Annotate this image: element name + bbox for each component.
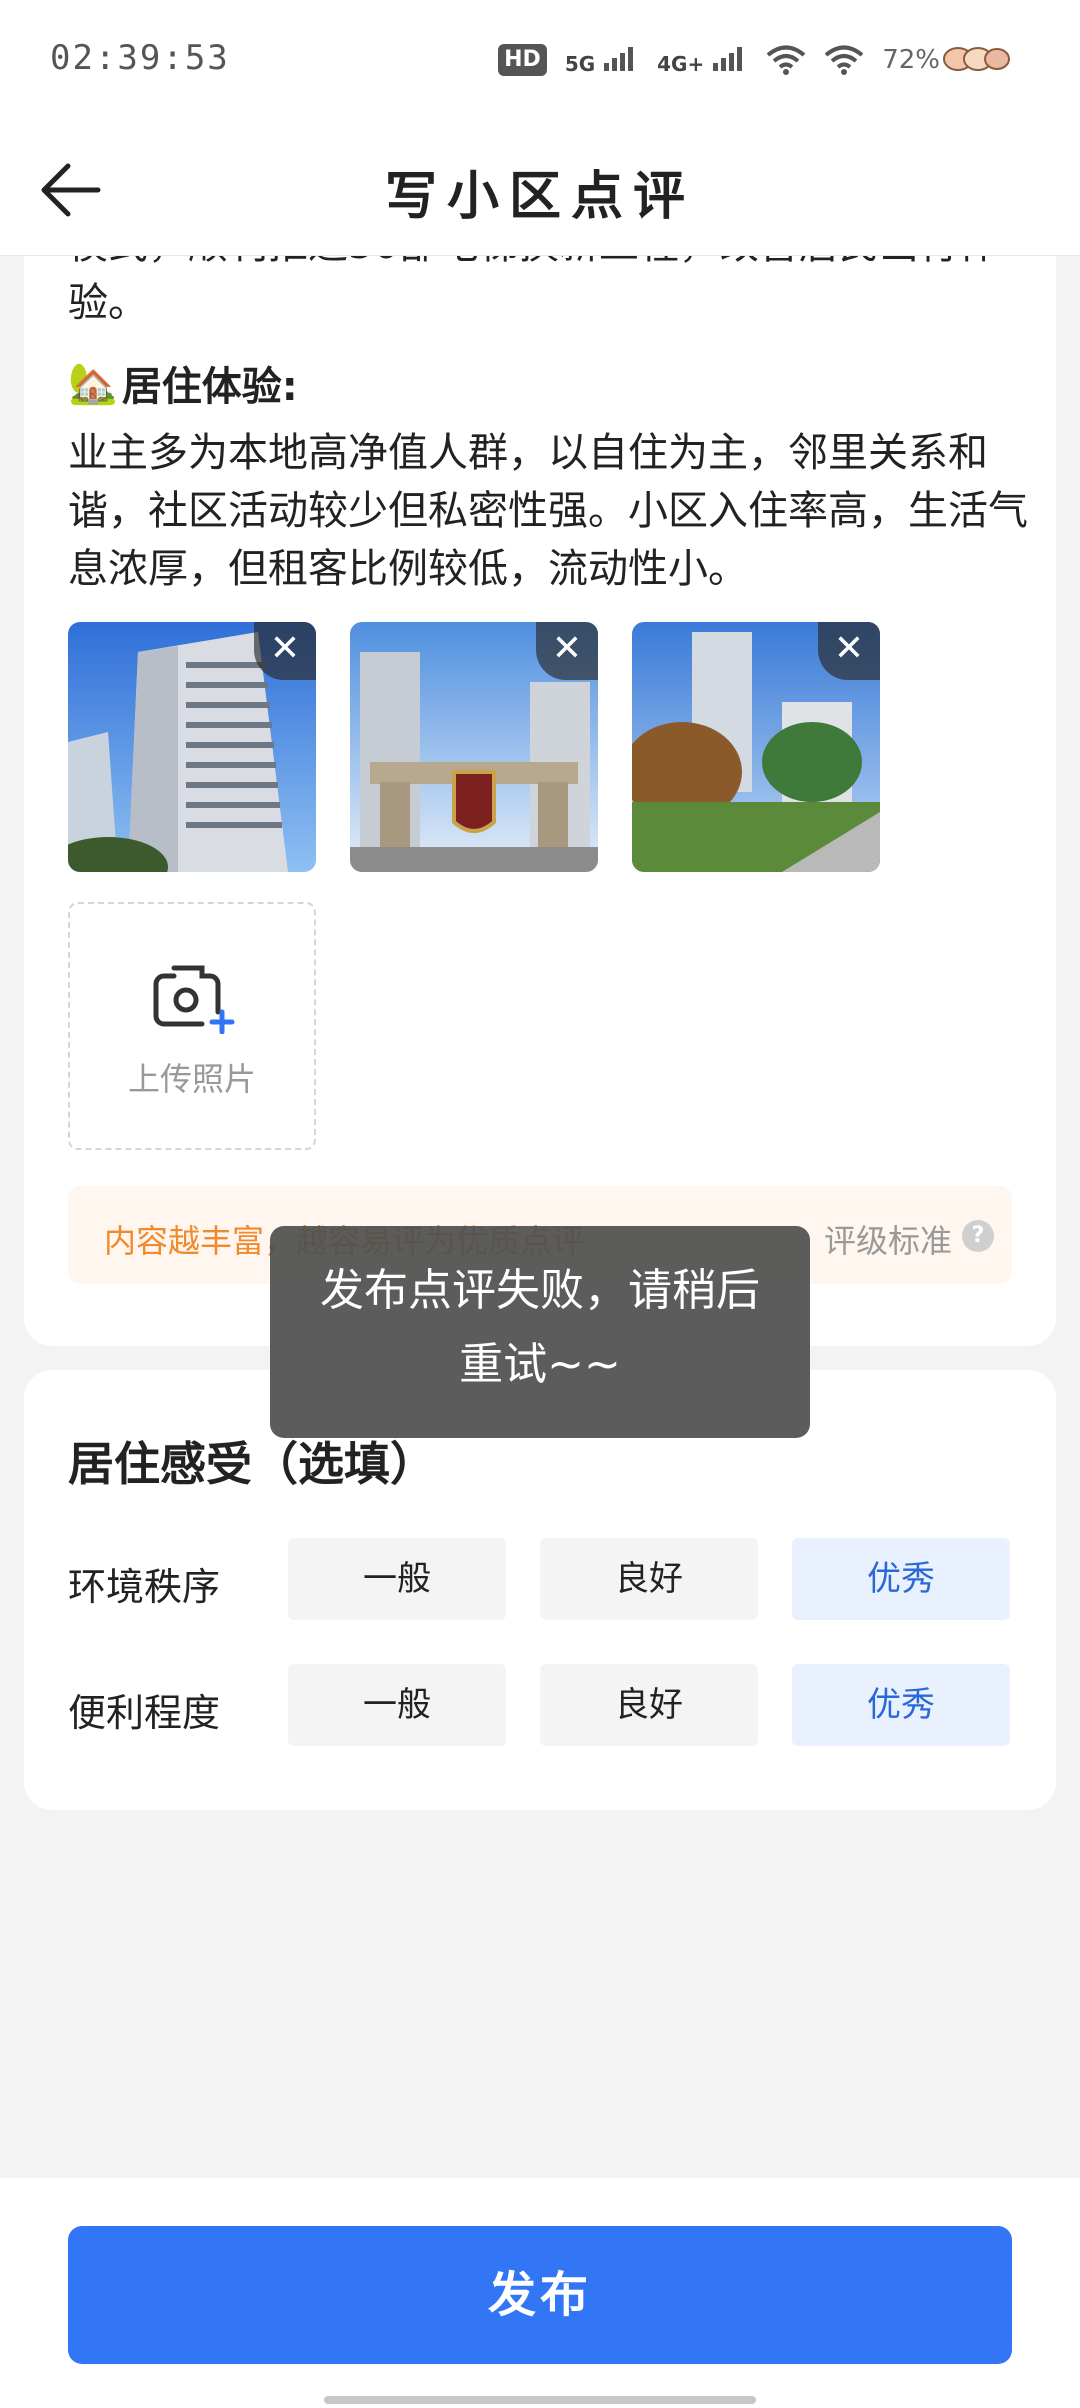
rating-row-convenience: 便利程度 一般 良好 优秀 bbox=[68, 1664, 1028, 1746]
photo-thumbnail[interactable]: ✕ bbox=[350, 622, 598, 872]
network-4g-label: 4G+ bbox=[657, 51, 705, 76]
upload-photo-label: 上传照片 bbox=[127, 1060, 256, 1098]
signal-bars-icon bbox=[604, 45, 634, 71]
top-navigation-bar: 写小区点评 bbox=[0, 118, 1080, 256]
signal-bars-icon bbox=[713, 45, 743, 71]
page-title: 写小区点评 bbox=[384, 166, 695, 227]
rating-row-environment: 环境秩序 一般 良好 优秀 bbox=[68, 1538, 1028, 1620]
camera-plus-icon bbox=[153, 965, 235, 1034]
option-average[interactable]: 一般 bbox=[288, 1664, 506, 1746]
rating-standard-link[interactable]: 评级标准 bbox=[824, 1216, 952, 1262]
remove-photo-button[interactable]: ✕ bbox=[254, 622, 316, 680]
wifi-icon bbox=[766, 45, 806, 75]
rating-row-label: 环境秩序 bbox=[68, 1565, 221, 1609]
network-5g-label: 5G bbox=[564, 51, 596, 76]
section-heading: 🏡 居住体验: bbox=[68, 354, 298, 412]
close-icon: ✕ bbox=[551, 628, 583, 669]
network-5g-indicator: 5G bbox=[565, 45, 639, 76]
network-4g-indicator: 4G+ bbox=[657, 45, 748, 76]
status-time: 02:39:53 bbox=[50, 38, 230, 78]
bottom-action-bar: 发布 bbox=[0, 2178, 1080, 2408]
remove-photo-button[interactable]: ✕ bbox=[818, 622, 880, 680]
status-icons: HD 5G 4G+ 72% bbox=[498, 40, 940, 80]
battery-sticker-icon bbox=[943, 47, 1010, 71]
option-good[interactable]: 良好 bbox=[540, 1664, 758, 1746]
page: 02:39:53 HD 5G 4G+ 72% 写小区点评 验。 🏡 居住体验: … bbox=[0, 0, 1080, 2408]
question-circle-icon[interactable]: ? bbox=[962, 1220, 994, 1252]
option-good[interactable]: 良好 bbox=[540, 1538, 758, 1620]
home-indicator[interactable] bbox=[324, 2396, 756, 2404]
review-body-text[interactable]: 业主多为本地高净值人群，以自住为主，邻里关系和谐，社区活动较少但私密性强。小区入… bbox=[68, 424, 1028, 598]
status-bar: 02:39:53 HD 5G 4G+ 72% bbox=[0, 0, 1080, 118]
option-excellent[interactable]: 优秀 bbox=[792, 1664, 1010, 1746]
error-toast: 发布点评失败，请稍后重试~~ bbox=[270, 1226, 810, 1438]
photo-thumbnail[interactable]: ✕ bbox=[68, 622, 316, 872]
photo-list: ✕ ✕ ✕ bbox=[68, 622, 880, 872]
close-icon: ✕ bbox=[833, 628, 865, 669]
house-icon: 🏡 bbox=[68, 360, 118, 407]
battery-level: 72% bbox=[882, 45, 940, 75]
wifi-icon bbox=[824, 45, 864, 75]
hd-badge: HD bbox=[498, 44, 547, 76]
remove-photo-button[interactable]: ✕ bbox=[536, 622, 598, 680]
photo-thumbnail[interactable]: ✕ bbox=[632, 622, 880, 872]
rating-row-label: 便利程度 bbox=[68, 1691, 221, 1735]
section-heading-label: 居住体验: bbox=[121, 364, 298, 410]
upload-photo-button[interactable]: 上传照片 bbox=[68, 902, 316, 1150]
publish-button[interactable]: 发布 bbox=[68, 2226, 1012, 2364]
close-icon: ✕ bbox=[269, 628, 301, 669]
review-card: 模式，顺利推进30部电梯换新工程，改善居民出行体验。 🏡 居住体验: 业主多为本… bbox=[24, 180, 1056, 1346]
option-excellent[interactable]: 优秀 bbox=[792, 1538, 1010, 1620]
option-average[interactable]: 一般 bbox=[288, 1538, 506, 1620]
